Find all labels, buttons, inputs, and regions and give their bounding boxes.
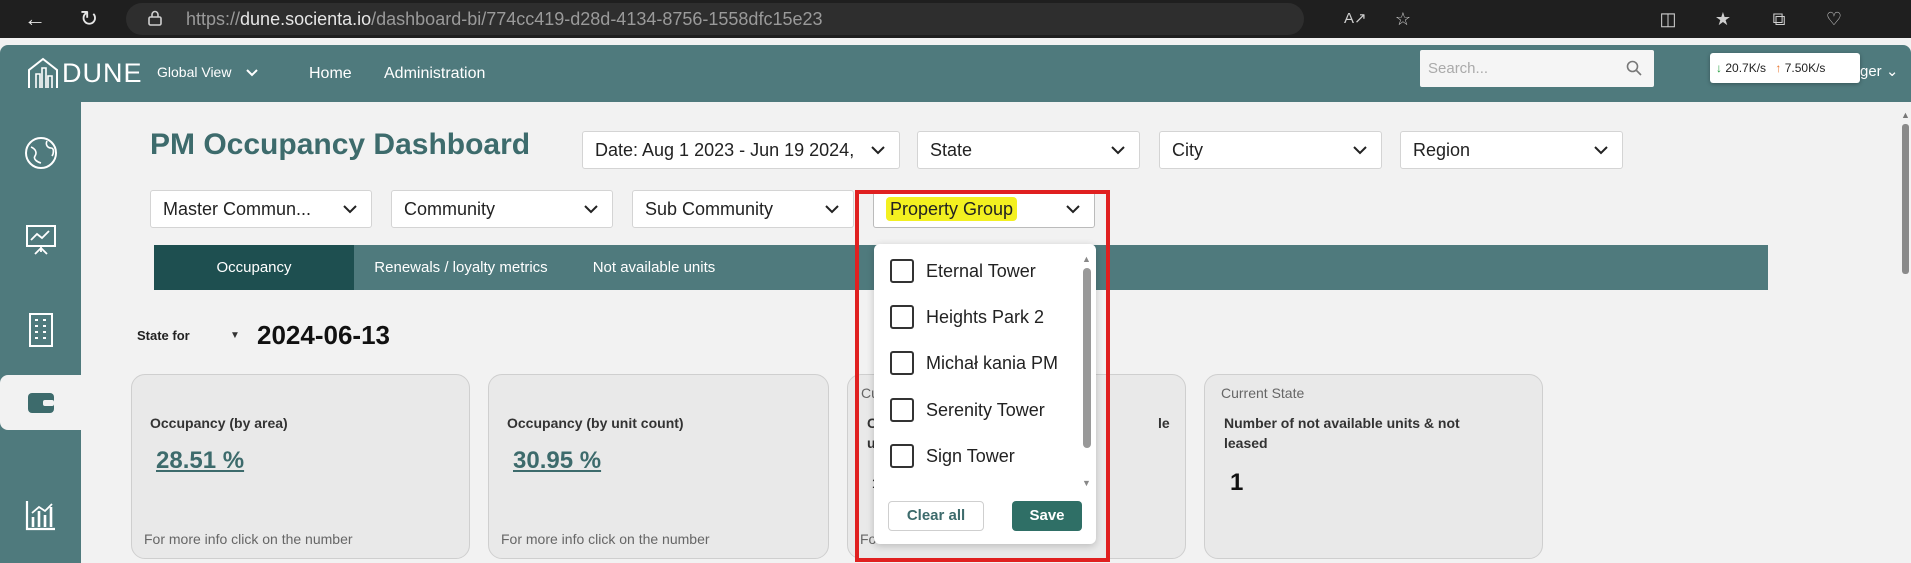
user-menu[interactable]: ger ⌄ (1860, 62, 1898, 80)
chevron-down-icon (246, 69, 259, 77)
arrow-up-icon: ↑ (1775, 61, 1782, 75)
state-filter[interactable]: State (917, 131, 1140, 169)
url-path: /dashboard-bi/774cc419-d28d-4134-8756-15… (371, 9, 823, 29)
sidebar-item-analytics[interactable] (0, 482, 81, 548)
sub-community-filter-label: Sub Community (645, 199, 774, 219)
bar-chart-icon (25, 501, 55, 531)
chevron-down-icon (1594, 146, 1608, 155)
not-available-units-card: Current State Number of not available un… (1204, 374, 1543, 559)
user-name-partial: ger (1860, 63, 1882, 80)
city-filter[interactable]: City (1159, 131, 1382, 169)
browser-essentials-icon[interactable]: ♡ (1823, 8, 1845, 30)
building-icon (28, 313, 53, 347)
search-placeholder: Search... (1428, 60, 1489, 77)
master-community-filter[interactable]: Master Commun... (150, 190, 372, 228)
chevron-down-icon (1111, 146, 1125, 155)
occupancy-by-area-card: Occupancy (by area) 28.51 % For more inf… (131, 374, 470, 559)
favorite-star-icon[interactable]: ☆ (1392, 8, 1414, 30)
page-scrollbar[interactable]: ▲ (1900, 110, 1911, 563)
region-filter[interactable]: Region (1400, 131, 1623, 169)
browser-toolbar: ← ↻ https://dune.socienta.io/dashboard-b… (0, 0, 1911, 38)
global-view-menu[interactable]: Global View (157, 64, 259, 80)
page-title: PM Occupancy Dashboard (150, 128, 531, 161)
wallet-icon (27, 392, 54, 413)
not-available-units-value[interactable]: 1 (1230, 469, 1243, 497)
url-prefix: https:// (186, 9, 241, 29)
city-filter-label: City (1172, 140, 1203, 160)
chevron-down-icon (1353, 146, 1367, 155)
card-title: Occupancy (by unit count) (507, 415, 684, 431)
scroll-up-icon[interactable]: ▲ (1901, 110, 1910, 120)
collections-icon[interactable]: ⧉ (1768, 8, 1790, 30)
caret-down-icon[interactable]: ▼ (230, 330, 240, 341)
sidebar (0, 102, 81, 563)
state-date[interactable]: 2024-06-13 (257, 320, 390, 351)
tab-renewals-loyalty[interactable]: Renewals / loyalty metrics (366, 245, 556, 290)
download-speed: 20.7K/s (1725, 61, 1767, 75)
chevron-down-icon (825, 205, 839, 214)
sidebar-item-presentation[interactable] (0, 206, 81, 272)
search-input[interactable]: Search... (1420, 50, 1654, 87)
community-filter[interactable]: Community (391, 190, 613, 228)
sidebar-item-wallet[interactable] (0, 361, 81, 430)
building-logo-icon (28, 57, 58, 88)
arrow-down-icon: ↓ (1716, 61, 1722, 75)
annotation-highlight-box (855, 190, 1110, 562)
reload-icon[interactable]: ↻ (76, 6, 102, 32)
community-filter-label: Community (404, 199, 496, 219)
occupancy-by-unit-count-card: Occupancy (by unit count) 30.95 % For mo… (488, 374, 829, 559)
nav-home[interactable]: Home (309, 65, 352, 83)
tab-not-available-units[interactable]: Not available units (574, 245, 734, 290)
upload-speed: 7.50K/s (1784, 61, 1826, 75)
chevron-down-icon (343, 205, 357, 214)
search-icon (1626, 60, 1642, 76)
page-scroll-thumb[interactable] (1902, 124, 1909, 274)
date-filter-label: Date: Aug 1 2023 - Jun 19 2024, (595, 140, 855, 160)
split-screen-icon[interactable]: ◫ (1657, 8, 1679, 30)
occupancy-by-unit-count-value[interactable]: 30.95 % (513, 447, 601, 475)
presentation-chart-icon (25, 225, 56, 255)
nav-administration[interactable]: Administration (384, 65, 485, 83)
card-footer: For more info click on the number (144, 531, 353, 547)
lock-icon (148, 10, 162, 26)
state-filter-label: State (930, 140, 973, 160)
logo-text: DUNE (62, 57, 143, 88)
chevron-down-icon (584, 205, 598, 214)
card-title: Number of not available units & not leas… (1224, 415, 1460, 451)
address-bar[interactable]: https://dune.socienta.io/dashboard-bi/77… (126, 3, 1304, 35)
card-footer: For more info click on the number (501, 531, 710, 547)
dune-logo[interactable]: DUNE (26, 55, 143, 91)
sidebar-item-globe[interactable] (0, 120, 81, 186)
sidebar-item-building[interactable] (0, 297, 81, 363)
sub-community-filter[interactable]: Sub Community (632, 190, 854, 228)
date-filter[interactable]: Date: Aug 1 2023 - Jun 19 2024, (582, 131, 900, 169)
occupancy-by-area-value[interactable]: 28.51 % (156, 447, 244, 475)
master-community-filter-label: Master Commun... (163, 199, 312, 219)
tab-occupancy[interactable]: Occupancy (154, 245, 354, 290)
chevron-down-icon: ⌄ (1885, 63, 1899, 80)
card-title-partial-right: le (1158, 415, 1170, 431)
global-view-label: Global View (157, 64, 232, 80)
card-title: Occupancy (by area) (150, 415, 288, 431)
back-icon[interactable]: ← (22, 6, 48, 32)
region-filter-label: Region (1413, 140, 1471, 160)
network-speed-widget: ↓ 20.7K/s ↑ 7.50K/s (1710, 53, 1860, 83)
chevron-down-icon (869, 141, 887, 159)
card-subtitle: Current State (1221, 385, 1305, 401)
globe-icon (24, 137, 57, 169)
read-aloud-icon[interactable]: A↗ (1344, 8, 1367, 30)
app-header: DUNE Global View Home Administration Sea… (0, 45, 1911, 102)
url-host: dune.socienta.io (240, 9, 372, 29)
state-for-label: State for (137, 328, 190, 343)
favorites-icon[interactable]: ★ (1712, 8, 1734, 30)
